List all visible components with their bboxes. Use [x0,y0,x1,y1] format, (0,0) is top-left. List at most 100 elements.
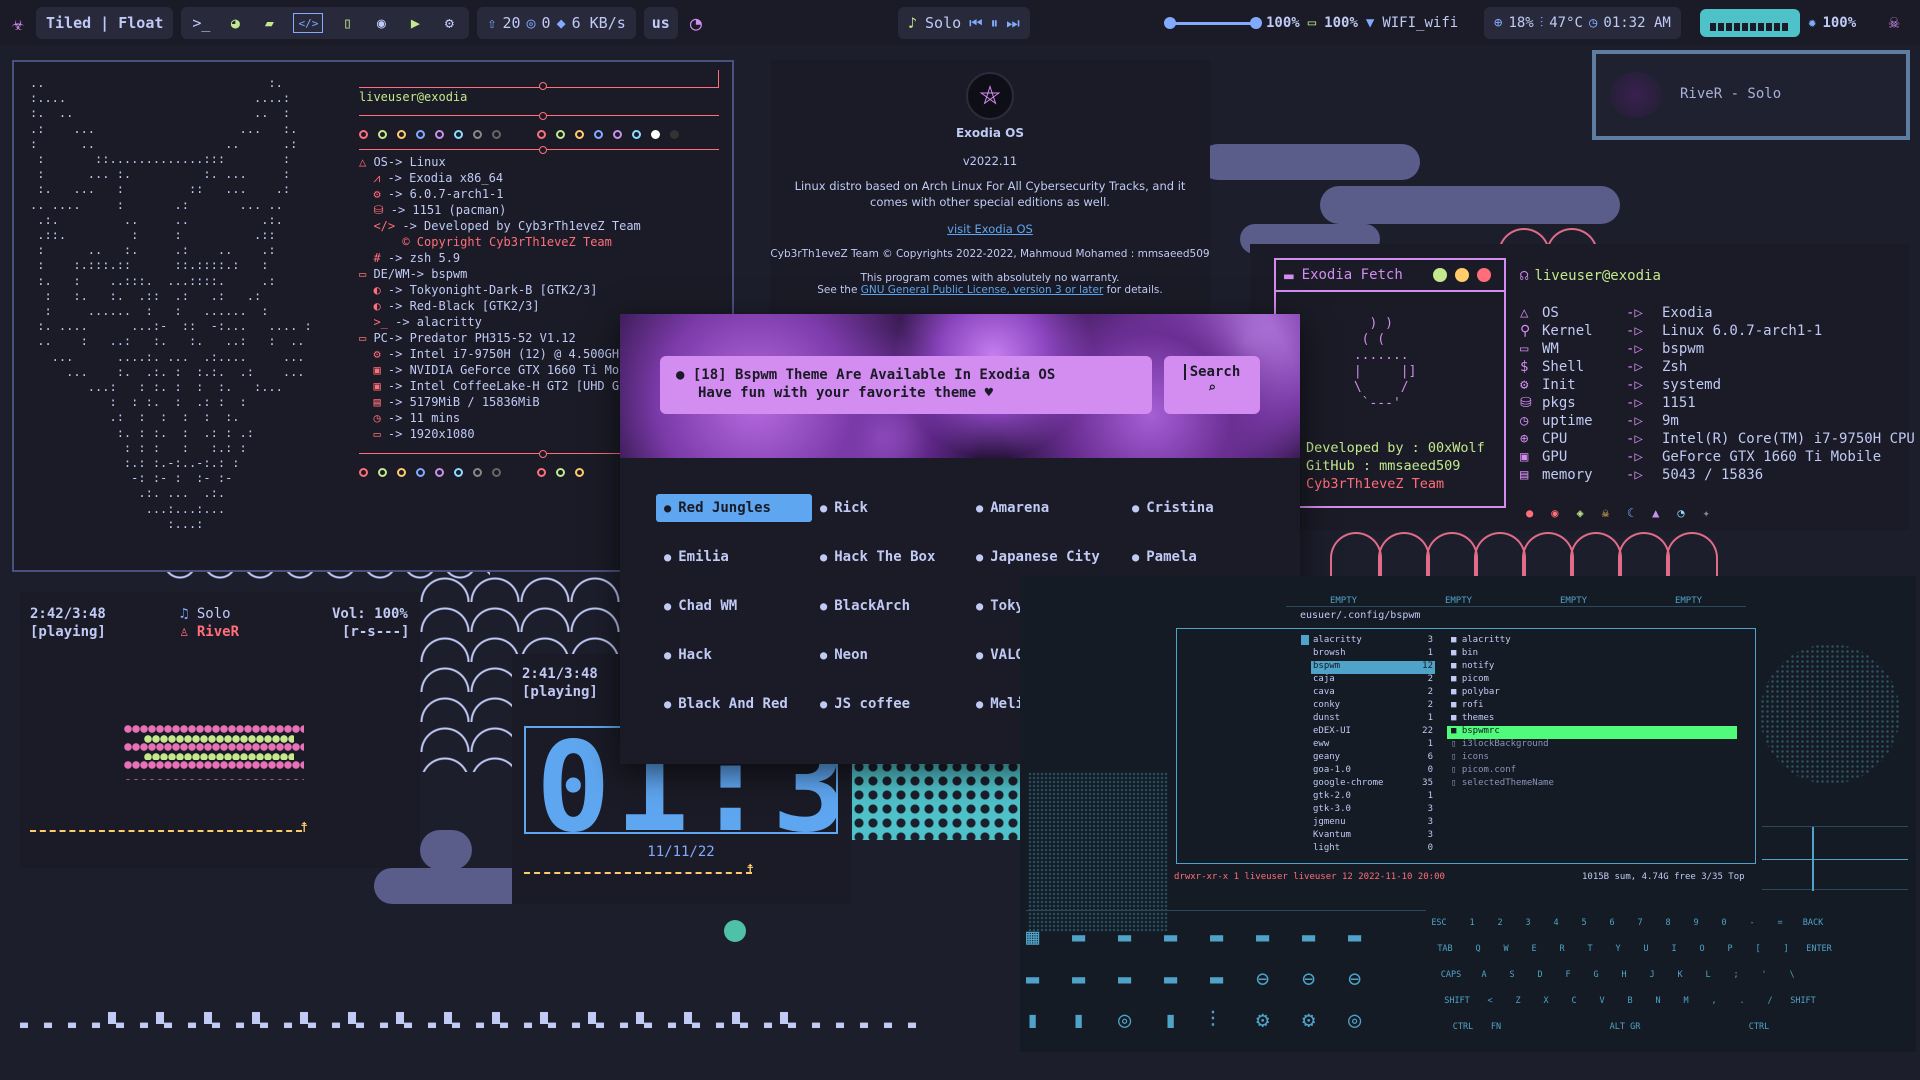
key[interactable]: 7 [1626,918,1654,928]
fm-file-row[interactable]: ■ polybar [1447,687,1737,700]
folder-icon[interactable]: ▬ [1210,925,1256,961]
key[interactable]: 9 [1682,918,1710,928]
power-skull-icon[interactable]: ☠ [1884,12,1904,33]
theme-item[interactable]: ● Emilia [656,543,812,571]
key[interactable]: J [1638,970,1666,980]
key[interactable]: 6 [1598,918,1626,928]
fm-dir-row[interactable]: eDEX-UI 22 [1311,726,1435,739]
fm-dir-row[interactable]: alacritty 3 [1311,635,1435,648]
key[interactable]: Z [1504,996,1532,1006]
chat-icon[interactable]: ◉ [371,13,391,33]
key[interactable]: 4 [1542,918,1570,928]
fm-file-row[interactable]: ■ rofi [1447,700,1737,713]
fm-dir-row[interactable]: eww 1 [1311,739,1435,752]
key[interactable]: 1 [1458,918,1486,928]
fm-dir-row[interactable]: dunst 1 [1311,713,1435,726]
theme-item[interactable]: ● JS coffee [812,690,968,718]
key[interactable]: I [1660,944,1688,954]
key[interactable]: ; [1722,970,1750,980]
file-icon[interactable]: ▮ [1072,1008,1118,1044]
theme-item[interactable]: ● Rick [812,494,968,522]
key[interactable]: T [1576,944,1604,954]
phone-icon[interactable]: ▯ [337,13,357,33]
terminal-icon[interactable]: >_ [191,13,211,33]
link-icon[interactable]: ⊖ [1348,967,1394,1003]
fm-dir-row[interactable]: cava 2 [1311,687,1435,700]
fm-dir-row[interactable]: google-chrome 35 [1311,778,1435,791]
key[interactable]: FN [1482,1022,1510,1032]
folder-icon[interactable]: ▬ [1026,967,1072,1003]
license-link[interactable]: GNU General Public License, version 3 or… [861,284,1104,296]
key[interactable]: SHIFT [1784,996,1822,1006]
key[interactable]: P [1716,944,1744,954]
tab-empty-1[interactable]: EMPTY [1286,596,1401,607]
fm-file-row[interactable]: ■ notify [1447,661,1737,674]
key[interactable]: A [1470,970,1498,980]
fm-dir-row[interactable]: Kvantum 3 [1311,830,1435,843]
tab-empty-4[interactable]: EMPTY [1631,596,1746,607]
key[interactable]: 5 [1570,918,1598,928]
volume-slider[interactable] [1164,16,1262,29]
key[interactable]: C [1560,996,1588,1006]
folder-icon[interactable]: ▬ [1164,967,1210,1003]
key[interactable]: ] [1772,944,1800,954]
theme-item[interactable]: ● Chad WM [656,592,812,620]
music-player[interactable]: 2:42/3:48 [playing] ♫ Solo ♙ RiveR Vol: … [20,592,420,868]
spiral-icon[interactable]: ◔ [686,11,706,35]
fm-file-row[interactable]: ■ themes [1447,713,1737,726]
fm-file-row[interactable]: ▯ picom.conf [1447,765,1737,778]
workspace-meter[interactable] [1700,9,1800,37]
biohazard-icon[interactable]: ☣ [8,11,28,35]
key[interactable]: CTRL [1444,1022,1482,1032]
folder-icon[interactable]: ▬ [1164,925,1210,961]
fm-dir-row[interactable]: goa-1.0 0 [1311,765,1435,778]
key[interactable]: BACK [1794,918,1832,928]
key[interactable]: \ [1778,970,1806,980]
key[interactable]: 3 [1514,918,1542,928]
fm-file-row[interactable]: ■ picom [1447,674,1737,687]
link-icon[interactable]: ⊖ [1302,967,1348,1003]
folder-icon[interactable]: ▬ [1072,925,1118,961]
close-button[interactable] [1476,268,1491,282]
key[interactable]: M [1672,996,1700,1006]
key[interactable]: X [1532,996,1560,1006]
key[interactable]: B [1616,996,1644,1006]
key[interactable]: , [1700,996,1728,1006]
key[interactable]: G [1582,970,1610,980]
key[interactable]: - [1738,918,1766,928]
key[interactable]: K [1666,970,1694,980]
key[interactable]: D [1526,970,1554,980]
fm-file-row[interactable]: ▯ icons [1447,752,1737,765]
theme-item[interactable]: ● BlackArch [812,592,968,620]
theme-item[interactable]: ● Neon [812,641,968,669]
code-icon[interactable]: </> [293,13,324,33]
key[interactable]: ESC [1420,918,1458,928]
key[interactable]: < [1476,996,1504,1006]
key[interactable]: W [1492,944,1520,954]
fm-file-row[interactable]: ▯ selectedThemeName [1447,778,1737,791]
theme-item[interactable]: ● Pamela [1124,543,1280,571]
layout-switcher[interactable]: Tiled | Float [36,7,174,39]
key[interactable]: L [1694,970,1722,980]
key[interactable]: O [1688,944,1716,954]
fm-file-row[interactable]: ■ bspwmrc [1447,726,1737,739]
theme-item[interactable]: ● Japanese City [968,543,1124,571]
fm-file-row[interactable]: ■ alacritty [1447,635,1737,648]
key[interactable]: E [1520,944,1548,954]
fm-dir-row[interactable]: caja 2 [1311,674,1435,687]
key[interactable]: . [1728,996,1756,1006]
theme-item[interactable]: ● Red Jungles [656,494,812,522]
key[interactable]: 8 [1654,918,1682,928]
key[interactable]: S [1498,970,1526,980]
folder-icon[interactable]: ▬ [1302,925,1348,961]
website-link[interactable]: visit Exodia OS [770,222,1210,236]
fm-dir-row[interactable]: geany 6 [1311,752,1435,765]
key[interactable]: / [1756,996,1784,1006]
key[interactable]: TAB [1426,944,1464,954]
next-icon[interactable]: ⏭ [1006,14,1020,32]
theme-item[interactable]: ● Hack [656,641,812,669]
link-icon[interactable]: ⊖ [1256,967,1302,1003]
maximize-button[interactable] [1454,268,1469,282]
gear-icon[interactable]: ⚙ [439,13,459,33]
folder-icon[interactable]: ▬ [1072,967,1118,1003]
